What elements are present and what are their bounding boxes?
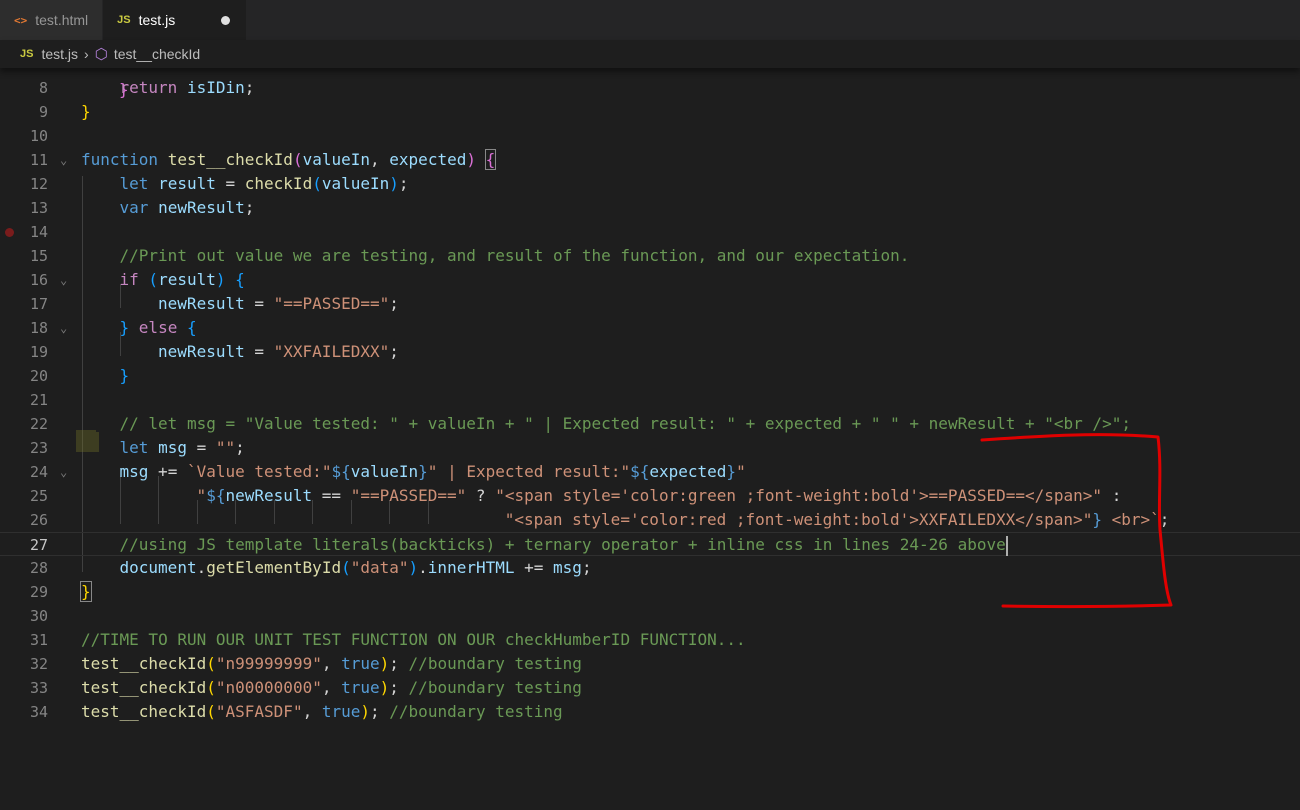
code-text: } else { bbox=[119, 318, 197, 337]
line-number: 13 bbox=[29, 199, 48, 217]
line-number: 31 bbox=[29, 631, 48, 649]
line-number: 17 bbox=[29, 295, 48, 313]
line-number: 25 bbox=[29, 487, 48, 505]
code-text: } bbox=[119, 366, 130, 385]
fold-chevron-icon[interactable]: ⌄ bbox=[60, 316, 67, 340]
line-number: 24 bbox=[29, 463, 48, 481]
line-number: 23 bbox=[29, 439, 48, 457]
line-number: 16 bbox=[29, 271, 48, 289]
line-number: 28 bbox=[29, 559, 48, 577]
code-line-27[interactable]: 27 //using JS template literals(backticks… bbox=[0, 532, 1300, 556]
line-number: 12 bbox=[29, 175, 48, 193]
code-line-11[interactable]: 11 ⌄ function test__checkId(valueIn, expec… bbox=[0, 148, 1300, 172]
js-file-icon: JS bbox=[117, 14, 131, 26]
tab-test-js[interactable]: JS test.js bbox=[103, 0, 248, 40]
line-number: 14 bbox=[29, 223, 48, 241]
code-line-21[interactable]: 21 bbox=[0, 388, 1300, 412]
tab-label: test.js bbox=[138, 12, 176, 28]
symbol-method-icon: ⬡ bbox=[94, 46, 108, 63]
line-number: 11 bbox=[29, 151, 48, 169]
code-text: test__checkId("n00000000", true); //boun… bbox=[81, 678, 582, 697]
code-line-19[interactable]: 19 newResult = "XXFAILEDXX"; bbox=[0, 340, 1300, 364]
code-text: let result = checkId(valueIn); bbox=[119, 174, 409, 193]
code-text: //using JS template literals(backticks) … bbox=[119, 535, 1008, 556]
code-line-26[interactable]: 26 "<span style='color:red ;font-weight:b… bbox=[0, 508, 1300, 532]
line-number: 20 bbox=[29, 367, 48, 385]
line-number: 30 bbox=[29, 607, 48, 625]
code-text: return isIDin; bbox=[119, 78, 255, 97]
editor-tab-bar: <> test.html JS test.js bbox=[0, 0, 1300, 40]
code-line-20[interactable]: 20} bbox=[0, 364, 1300, 388]
fold-chevron-icon[interactable]: ⌄ bbox=[60, 148, 67, 172]
html-file-icon: <> bbox=[14, 13, 28, 27]
breadcrumb-symbol[interactable]: test__checkId bbox=[114, 46, 200, 62]
code-line-22[interactable]: 22 // let msg = "Value tested: " + valueI… bbox=[0, 412, 1300, 436]
code-text: } bbox=[80, 581, 92, 602]
line-number: 26 bbox=[29, 511, 48, 529]
line-number: 19 bbox=[29, 343, 48, 361]
line-number: 29 bbox=[29, 583, 48, 601]
line-number: 9 bbox=[38, 103, 48, 121]
code-text: document.getElementById("data").innerHTM… bbox=[119, 558, 592, 577]
code-line-23[interactable]: 23 let msg = ""; bbox=[0, 436, 1300, 460]
code-line-25[interactable]: 25 "${newResult == "==PASSED==" ? "<span … bbox=[0, 484, 1300, 508]
code-line-12[interactable]: 12 let result = checkId(valueIn); bbox=[0, 172, 1300, 196]
fold-chevron-icon[interactable]: ⌄ bbox=[60, 460, 67, 484]
code-text: msg += `Value tested:"${valueIn}" | Expe… bbox=[119, 462, 746, 481]
tab-test-html[interactable]: <> test.html bbox=[0, 0, 104, 40]
line-number: 8 bbox=[38, 79, 48, 97]
code-line-33[interactable]: 33 test__checkId("n00000000", true); //bo… bbox=[0, 676, 1300, 700]
code-text: //Print out value we are testing, and re… bbox=[119, 246, 910, 265]
code-text: // let msg = "Value tested: " + valueIn … bbox=[119, 414, 1131, 433]
code-text: newResult = "XXFAILEDXX"; bbox=[158, 342, 399, 361]
line-number: 33 bbox=[29, 679, 48, 697]
code-line-17[interactable]: 17 newResult = "==PASSED=="; bbox=[0, 292, 1300, 316]
code-text: function test__checkId(valueIn, expected… bbox=[81, 149, 497, 170]
code-text: test__checkId("ASFASDF", true); //bounda… bbox=[81, 702, 563, 721]
code-text: newResult = "==PASSED=="; bbox=[158, 294, 399, 313]
line-number: 10 bbox=[29, 127, 48, 145]
line-number: 15 bbox=[29, 247, 48, 265]
fold-chevron-icon[interactable]: ⌄ bbox=[60, 268, 67, 292]
code-text: test__checkId("n99999999", true); //boun… bbox=[81, 654, 582, 673]
js-file-icon: JS bbox=[20, 48, 34, 60]
chevron-right-icon: › bbox=[84, 46, 89, 62]
tab-label: test.html bbox=[35, 12, 89, 28]
code-line-31[interactable]: 31 //TIME TO RUN OUR UNIT TEST FUNCTION O… bbox=[0, 628, 1300, 652]
code-line-14[interactable]: 14 bbox=[0, 220, 1300, 244]
code-line-34[interactable]: 34 test__checkId("ASFASDF", true); //boun… bbox=[0, 700, 1300, 724]
code-text: "${newResult == "==PASSED==" ? "<span st… bbox=[196, 486, 1122, 505]
line-number: 27 bbox=[29, 536, 48, 554]
code-text: "<span style='color:red ;font-weight:bol… bbox=[504, 510, 1170, 529]
code-line-13[interactable]: 13 var newResult; bbox=[0, 196, 1300, 220]
code-line-16[interactable]: 16 ⌄ if (result) { bbox=[0, 268, 1300, 292]
code-line-9[interactable]: 9} bbox=[0, 100, 1300, 124]
line-number: 18 bbox=[29, 319, 48, 337]
breadcrumb-file[interactable]: test.js bbox=[41, 46, 78, 62]
code-line-18[interactable]: 18 ⌄ } else { bbox=[0, 316, 1300, 340]
code-line-32[interactable]: 32 test__checkId("n99999999", true); //bo… bbox=[0, 652, 1300, 676]
line-number: 34 bbox=[29, 703, 48, 721]
code-text: } bbox=[81, 102, 91, 121]
code-line-29[interactable]: 29} bbox=[0, 580, 1300, 604]
code-editor[interactable]: } 8 return isIDin; 9} 10 11 ⌄ function test__c… bbox=[0, 68, 1300, 810]
code-text: let msg = ""; bbox=[119, 438, 245, 457]
code-line-10[interactable]: 10 bbox=[0, 124, 1300, 148]
code-line-15[interactable]: 15 //Print out value we are testing, and … bbox=[0, 244, 1300, 268]
code-line-28[interactable]: 28 document.getElementById("data").innerH… bbox=[0, 556, 1300, 580]
code-line-30[interactable]: 30 bbox=[0, 604, 1300, 628]
line-number: 22 bbox=[29, 415, 48, 433]
breadcrumb: JS test.js › ⬡ test__checkId bbox=[0, 40, 1300, 68]
line-number: 21 bbox=[29, 391, 48, 409]
text-cursor bbox=[1005, 535, 1008, 556]
unsaved-dot-icon[interactable] bbox=[221, 15, 231, 25]
code-line-24[interactable]: 24 ⌄ msg += `Value tested:"${valueIn}" | E… bbox=[0, 460, 1300, 484]
code-text: //TIME TO RUN OUR UNIT TEST FUNCTION ON … bbox=[81, 630, 746, 649]
code-line-8[interactable]: 8 return isIDin; bbox=[0, 76, 1300, 100]
code-text: var newResult; bbox=[119, 198, 255, 217]
line-number: 32 bbox=[29, 655, 48, 673]
code-text: if (result) { bbox=[119, 270, 245, 289]
